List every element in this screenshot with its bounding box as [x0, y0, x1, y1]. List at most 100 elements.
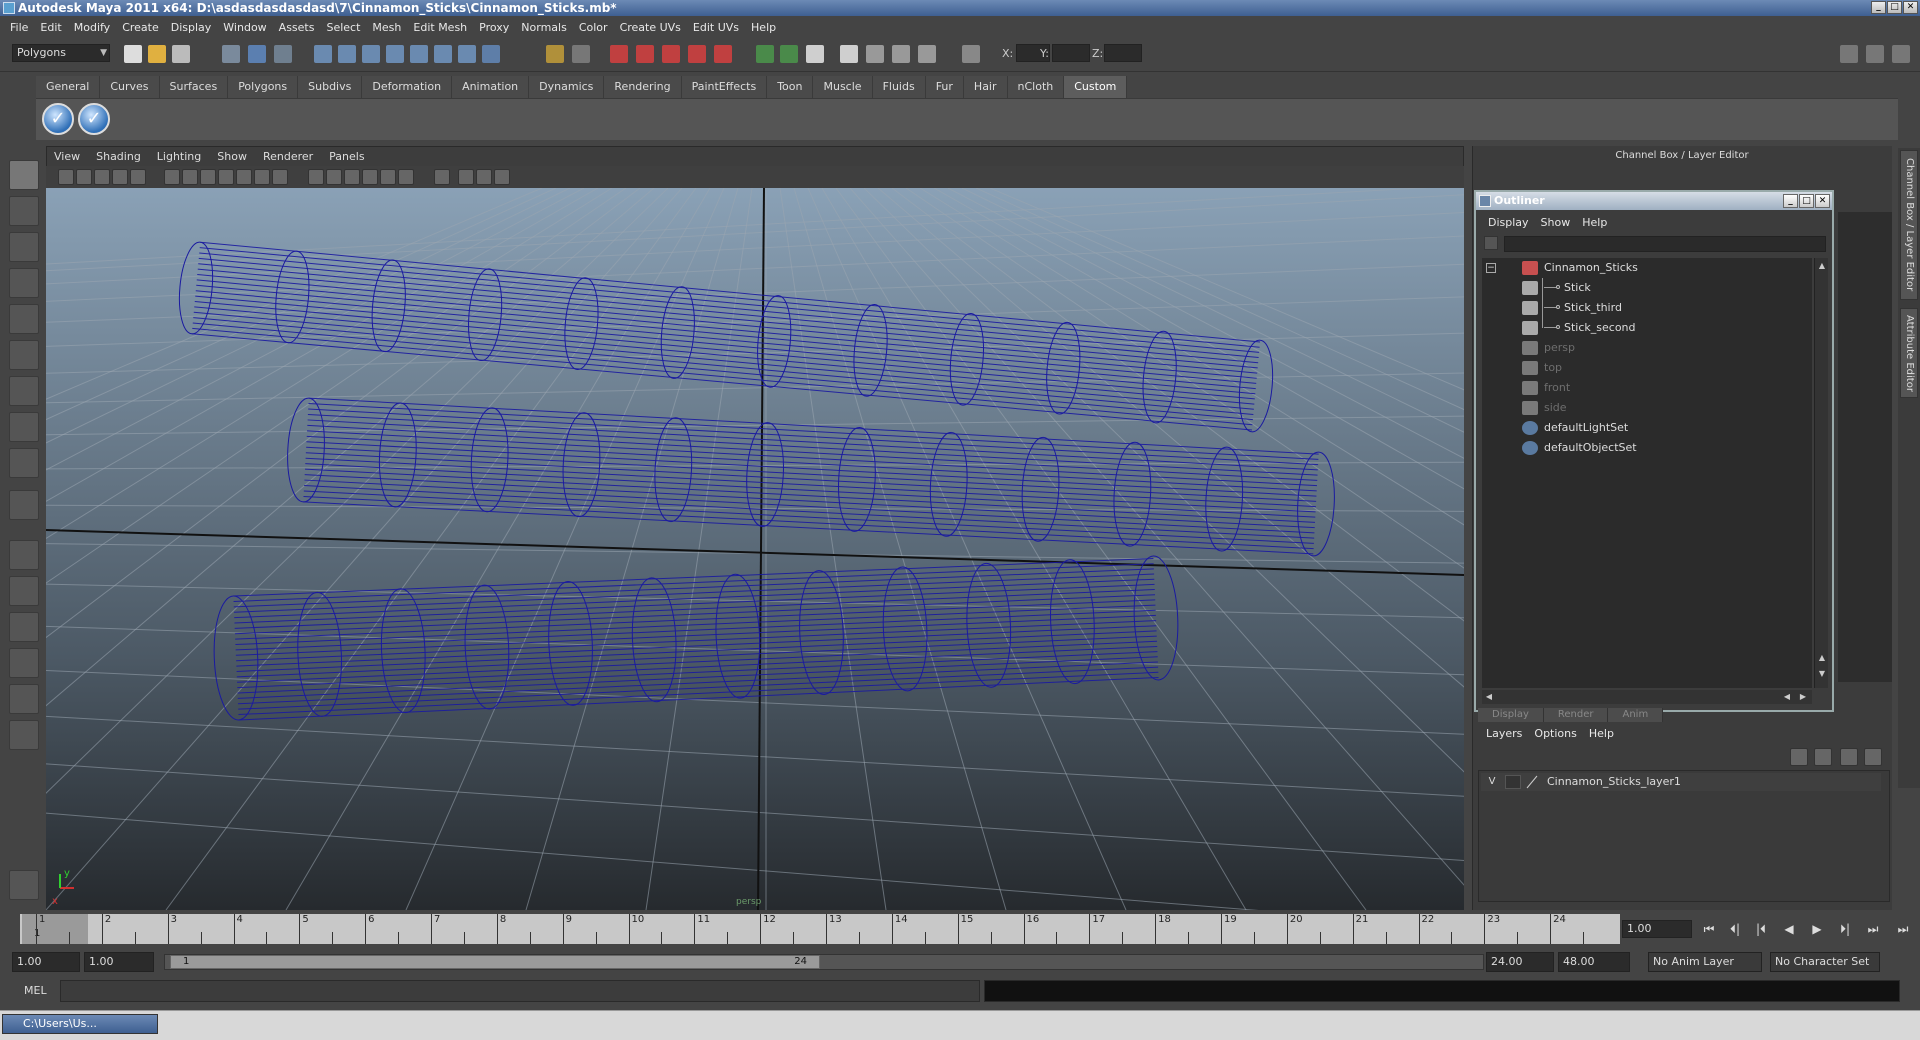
- select-hierarchy-icon[interactable]: [222, 45, 240, 63]
- playback-end-field[interactable]: 24.00: [1486, 952, 1554, 972]
- select-by-dynamic-icon[interactable]: [434, 45, 452, 63]
- step-forward-frame-icon[interactable]: ⏭: [1862, 920, 1884, 938]
- step-forward-key-icon[interactable]: ⏵|: [1834, 920, 1856, 938]
- menu-edit-mesh[interactable]: Edit Mesh: [407, 21, 473, 34]
- field-chart-icon[interactable]: [236, 169, 252, 185]
- y-coordinate-input[interactable]: [1052, 44, 1090, 62]
- hypershade-icon[interactable]: [918, 45, 936, 63]
- textured-icon[interactable]: [362, 169, 378, 185]
- layer-menu-options[interactable]: Options: [1528, 727, 1582, 740]
- z-coordinate-input[interactable]: [1104, 44, 1142, 62]
- menu-display[interactable]: Display: [165, 21, 218, 34]
- snap-to-grid-icon[interactable]: [610, 45, 628, 63]
- select-by-deform-icon[interactable]: [410, 45, 428, 63]
- make-live-icon[interactable]: [714, 45, 732, 63]
- safe-action-icon[interactable]: [254, 169, 270, 185]
- outliner-menu-help[interactable]: Help: [1576, 216, 1613, 229]
- shelf-tab-subdivs[interactable]: Subdivs: [298, 76, 363, 98]
- soft-modification-icon[interactable]: [9, 412, 39, 442]
- outliner-menu-show[interactable]: Show: [1535, 216, 1577, 229]
- outliner-filter-input[interactable]: [1504, 236, 1826, 252]
- outliner-persp-layout-icon[interactable]: [9, 612, 39, 642]
- show-attribute-editor-icon[interactable]: [1840, 45, 1858, 63]
- menu-create-uvs[interactable]: Create UVs: [614, 21, 687, 34]
- scroll-left-icon[interactable]: ◀: [1484, 691, 1494, 703]
- outliner-item-stick[interactable]: Stick: [1482, 278, 1812, 298]
- show-manipulator-icon[interactable]: [9, 448, 39, 478]
- select-by-surface-icon[interactable]: [386, 45, 404, 63]
- layer-tab-anim[interactable]: Anim: [1608, 708, 1664, 722]
- outliner-item-side[interactable]: side: [1482, 398, 1812, 418]
- lasso-tool-icon[interactable]: [9, 196, 39, 226]
- viewport-menu-panels[interactable]: Panels: [321, 148, 372, 166]
- character-set-dropdown[interactable]: No Character Set: [1770, 952, 1880, 972]
- snap-to-point-icon[interactable]: [662, 45, 680, 63]
- menu-edit[interactable]: Edit: [34, 21, 67, 34]
- four-pane-layout-icon[interactable]: [9, 576, 39, 606]
- viewport-menu-lighting[interactable]: Lighting: [149, 148, 209, 166]
- select-object-icon[interactable]: [248, 45, 266, 63]
- play-forwards-icon[interactable]: ▶: [1806, 920, 1828, 938]
- outliner-close-button[interactable]: ✕: [1815, 194, 1830, 208]
- use-all-lights-icon[interactable]: [380, 169, 396, 185]
- menu-select[interactable]: Select: [320, 21, 366, 34]
- play-backwards-icon[interactable]: ◀: [1778, 920, 1800, 938]
- playback-start-field[interactable]: 1.00: [84, 952, 154, 972]
- menu-mesh[interactable]: Mesh: [366, 21, 407, 34]
- outliner-horizontal-scrollbar[interactable]: ◀ ◀ ▶: [1482, 690, 1812, 704]
- outliner-vertical-scrollbar[interactable]: ▲ ▲ ▼: [1814, 258, 1828, 688]
- snap-to-curve-icon[interactable]: [636, 45, 654, 63]
- command-language-label[interactable]: MEL: [24, 984, 47, 997]
- graph-persp-layout-icon[interactable]: [9, 648, 39, 678]
- menu-modify[interactable]: Modify: [68, 21, 116, 34]
- outliner-item-persp[interactable]: persp: [1482, 338, 1812, 358]
- safe-title-icon[interactable]: [272, 169, 288, 185]
- shadows-icon[interactable]: [398, 169, 414, 185]
- menu-normals[interactable]: Normals: [515, 21, 573, 34]
- shelf-tab-rendering[interactable]: Rendering: [604, 76, 682, 98]
- perspective-viewport[interactable]: x y persp: [46, 188, 1464, 910]
- shelf-tab-dynamics[interactable]: Dynamics: [529, 76, 605, 98]
- scroll-down-icon[interactable]: ▼: [1817, 668, 1827, 680]
- shelf-tab-general[interactable]: General: [36, 76, 101, 98]
- xray-joints-icon[interactable]: [476, 169, 492, 185]
- layer-row[interactable]: V Cinnamon_Sticks_layer1: [1481, 773, 1881, 791]
- select-component-icon[interactable]: [274, 45, 292, 63]
- collapse-icon[interactable]: −: [1486, 263, 1496, 273]
- menu-file[interactable]: File: [4, 21, 34, 34]
- layer-tab-display[interactable]: Display: [1478, 708, 1544, 722]
- show-channel-box-icon[interactable]: [1892, 45, 1910, 63]
- scale-tool-icon[interactable]: [9, 340, 39, 370]
- ipr-render-icon[interactable]: [866, 45, 884, 63]
- go-to-end-icon[interactable]: ⏭: [1892, 920, 1914, 938]
- custom-shelf-button-1[interactable]: ✓: [42, 103, 74, 135]
- shelf-tab-painteffects[interactable]: PaintEffects: [681, 76, 768, 98]
- anim-layer-dropdown[interactable]: No Anim Layer: [1648, 952, 1762, 972]
- viewport-menu-show[interactable]: Show: [209, 148, 255, 166]
- xray-icon[interactable]: [458, 169, 474, 185]
- wireframe-icon[interactable]: [308, 169, 324, 185]
- side-tab-attribute-editor[interactable]: Attribute Editor: [1900, 308, 1918, 398]
- shelf-tab-toon[interactable]: Toon: [767, 76, 814, 98]
- outliner-menu-display[interactable]: Display: [1482, 216, 1535, 229]
- shelf-tab-fluids[interactable]: Fluids: [872, 76, 926, 98]
- outliner-item-cinnamon-sticks[interactable]: − Cinnamon_Sticks: [1482, 258, 1812, 278]
- scroll-up-icon[interactable]: ▲: [1817, 652, 1827, 664]
- move-layer-up-icon[interactable]: [1790, 748, 1808, 766]
- film-gate-icon[interactable]: [182, 169, 198, 185]
- side-tab-channel-box[interactable]: Channel Box / Layer Editor: [1900, 150, 1918, 300]
- shelf-tab-polygons[interactable]: Polygons: [228, 76, 299, 98]
- outliner-item-defaultlightset[interactable]: defaultLightSet: [1482, 418, 1812, 438]
- image-plane-icon[interactable]: [112, 169, 128, 185]
- help-question-icon[interactable]: [482, 45, 500, 63]
- select-by-handle-icon[interactable]: [314, 45, 332, 63]
- go-to-start-icon[interactable]: ⏮: [1698, 920, 1720, 938]
- shelf-tab-animation[interactable]: Animation: [452, 76, 530, 98]
- scroll-up-icon[interactable]: ▲: [1817, 260, 1827, 272]
- layer-menu-layers[interactable]: Layers: [1480, 727, 1528, 740]
- tool-settings-icon[interactable]: [9, 870, 39, 900]
- scroll-left-icon[interactable]: ◀: [1782, 691, 1792, 703]
- layer-tab-render[interactable]: Render: [1543, 708, 1609, 722]
- input-output-icon[interactable]: [756, 45, 774, 63]
- shelf-tab-surfaces[interactable]: Surfaces: [159, 76, 229, 98]
